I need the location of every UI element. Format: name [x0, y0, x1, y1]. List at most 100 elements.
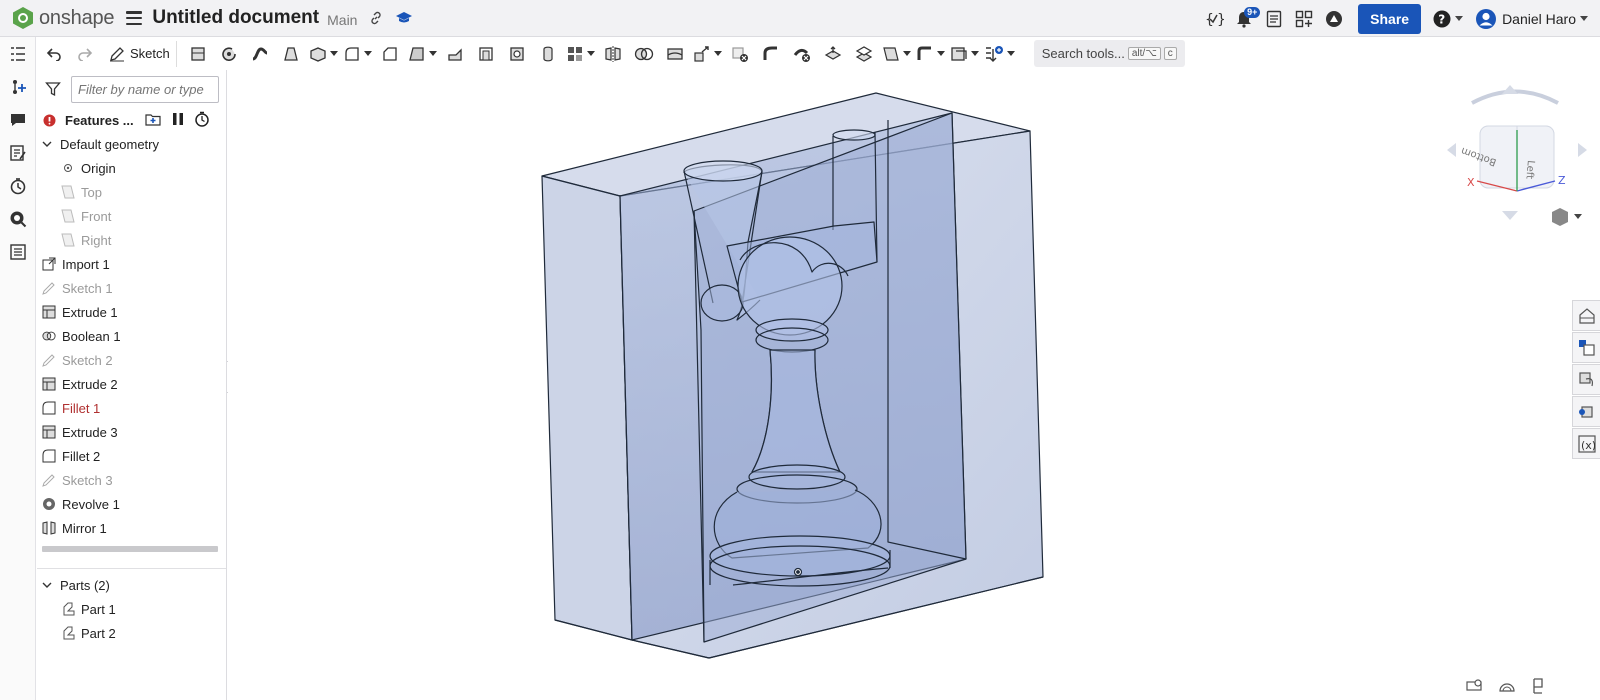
feature-item-fillet-1[interactable]: Fillet 1 [37, 396, 226, 420]
revolve-tool-icon[interactable] [216, 41, 242, 67]
feature-item-import-1[interactable]: Import 1 [37, 252, 226, 276]
document-branch[interactable]: Main [327, 12, 357, 28]
onshape-logo[interactable]: onshape [12, 6, 115, 30]
configurations-panel-icon[interactable] [1572, 364, 1600, 395]
features-label[interactable]: Features ... [65, 113, 134, 128]
part-item[interactable]: Part 1 [37, 597, 226, 621]
cylinder-tool-icon[interactable] [535, 41, 561, 67]
feature-item-extrude-2[interactable]: Extrude 2 [37, 372, 226, 396]
feature-item-fillet-2[interactable]: Fillet 2 [37, 444, 226, 468]
feature-item-sketch-3[interactable]: Sketch 3 [37, 468, 226, 492]
mold-model[interactable]: Bottom Left X Z [228, 70, 1600, 700]
extrude-tool-icon[interactable] [185, 41, 211, 67]
release-list-icon[interactable] [1260, 5, 1288, 33]
sweep-tool-icon[interactable] [247, 41, 273, 67]
replace-face-tool-icon[interactable] [851, 41, 877, 67]
measure-icon[interactable] [1466, 678, 1484, 692]
surface-tool-icon[interactable] [950, 41, 979, 67]
feature-item-sketch-1[interactable]: Sketch 1 [37, 276, 226, 300]
delete-part-tool-icon[interactable] [727, 41, 753, 67]
modify-fillet-tool-icon[interactable] [758, 41, 784, 67]
properties-icon[interactable] [0, 235, 36, 268]
redo-icon[interactable] [72, 41, 98, 67]
feature-item-label: Top [81, 184, 102, 200]
thicken-tool-icon[interactable] [309, 41, 338, 67]
add-folder-icon[interactable] [144, 111, 162, 130]
search-tools-label: Search tools... [1041, 46, 1125, 61]
learning-icon[interactable] [1320, 5, 1348, 33]
feature-item-revolve-1[interactable]: Revolve 1 [37, 492, 226, 516]
sheet-metal-tool-icon[interactable] [916, 41, 945, 67]
parts-panel-icon[interactable] [1572, 332, 1600, 363]
feature-item-origin[interactable]: Origin [37, 156, 226, 180]
feature-item-front[interactable]: Front [37, 204, 226, 228]
graphics-viewport[interactable]: Bottom Left X Z (x) [228, 70, 1600, 700]
mass-properties-icon[interactable] [1498, 678, 1516, 692]
feature-item-label: Revolve 1 [62, 496, 120, 512]
shell-tool-icon[interactable] [473, 41, 499, 67]
chamfer-tool-icon[interactable] [377, 41, 403, 67]
custom-features-tool-icon[interactable] [984, 41, 1015, 67]
feature-item-label: Fillet 2 [62, 448, 101, 464]
main-menu-icon[interactable] [126, 11, 143, 25]
part-item-label: Part 1 [81, 601, 116, 617]
rollback-bar[interactable] [42, 546, 218, 552]
feature-item-top[interactable]: Top [37, 180, 226, 204]
link-icon[interactable] [369, 11, 383, 25]
bottom-right-tools [1466, 678, 1546, 694]
fillet-tool-icon[interactable] [343, 41, 372, 67]
draft-tool-icon[interactable] [408, 41, 437, 67]
error-icon[interactable] [43, 114, 56, 127]
feature-item-extrude-1[interactable]: Extrude 1 [37, 300, 226, 324]
notifications-icon[interactable]: 9+ [1230, 5, 1261, 33]
feature-item-mirror-1[interactable]: Mirror 1 [37, 516, 226, 540]
svg-text:?: ? [1438, 12, 1445, 26]
loft-tool-icon[interactable] [278, 41, 304, 67]
undo-icon[interactable] [41, 41, 67, 67]
plane-tool-icon[interactable] [882, 41, 911, 67]
feature-item-boolean-1[interactable]: Boolean 1 [37, 324, 226, 348]
mirror-tool-icon[interactable] [600, 41, 626, 67]
filter-input[interactable] [71, 75, 219, 103]
insert-feature-icon[interactable] [0, 70, 36, 103]
feature-item-right[interactable]: Right [37, 228, 226, 252]
help-menu[interactable]: ? [1433, 10, 1464, 28]
variables-icon[interactable]: {} [1200, 5, 1228, 33]
feature-item-sketch-2[interactable]: Sketch 2 [37, 348, 226, 372]
document-title[interactable]: Untitled document [152, 7, 319, 29]
sketch-button[interactable]: Sketch [103, 40, 177, 67]
delete-face-tool-icon[interactable] [789, 41, 815, 67]
chevron-down-icon [1580, 16, 1588, 21]
split-tool-icon[interactable] [662, 41, 688, 67]
comments-icon[interactable] [0, 103, 36, 136]
view-mode-icon[interactable] [1552, 208, 1582, 226]
user-menu[interactable]: Daniel Haro [1475, 8, 1588, 30]
move-face-tool-icon[interactable] [820, 41, 846, 67]
pattern-tool-icon[interactable] [566, 41, 595, 67]
named-views-panel-icon[interactable] [1572, 396, 1600, 427]
hole-tool-icon[interactable] [504, 41, 530, 67]
appearance-panel-icon[interactable] [1572, 300, 1600, 331]
stopwatch-icon[interactable] [194, 111, 210, 130]
view-cube[interactable]: Bottom Left X Z [1447, 85, 1587, 220]
boolean-tool-icon[interactable] [631, 41, 657, 67]
search-tools-button[interactable]: Search tools... alt/⌥ c [1033, 40, 1185, 67]
pause-icon[interactable] [172, 112, 184, 129]
notes-icon[interactable] [0, 136, 36, 169]
rib-tool-icon[interactable] [442, 41, 468, 67]
variable-table-panel-icon[interactable]: (x) [1572, 428, 1600, 459]
part-item[interactable]: Part 2 [37, 621, 226, 645]
feature-item-extrude-3[interactable]: Extrude 3 [37, 420, 226, 444]
learning-center-icon[interactable] [395, 11, 413, 25]
transform-tool-icon[interactable] [693, 41, 722, 67]
share-button[interactable]: Share [1358, 3, 1422, 34]
onshape-logo-icon [13, 7, 33, 29]
analysis-icon[interactable] [0, 202, 36, 235]
section-view-icon[interactable] [1530, 678, 1546, 694]
app-store-icon[interactable] [1290, 5, 1318, 33]
history-icon[interactable] [0, 169, 36, 202]
parts-group[interactable]: Parts (2) [37, 573, 226, 597]
default-geometry-group[interactable]: Default geometry [37, 132, 226, 156]
filter-icon[interactable] [45, 81, 61, 97]
feature-list-icon[interactable] [0, 37, 36, 70]
